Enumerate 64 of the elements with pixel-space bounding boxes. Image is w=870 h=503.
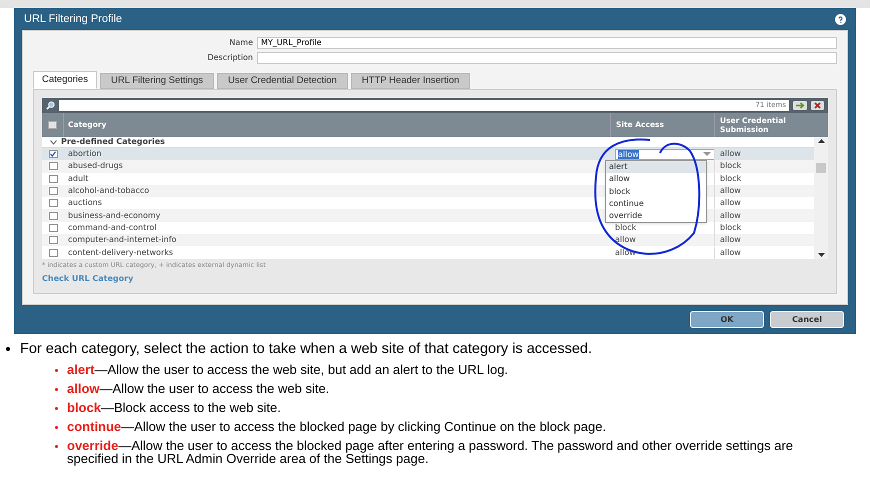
bullet-icon [55,388,58,392]
dropdown-option[interactable]: continue [606,198,706,210]
table-cell-text: adult [67,172,90,185]
bullet-icon [6,347,10,352]
checkmark-icon [50,151,56,158]
row-checkbox[interactable] [48,162,58,170]
row-checkbox[interactable] [48,248,58,257]
clear-icon[interactable] [811,101,824,110]
row-checkbox[interactable] [48,199,58,208]
table-cell-text: content-delivery-networks [67,246,174,259]
input-field[interactable]: MY_URL_Profile [257,36,837,48]
row-checkbox[interactable] [48,174,58,183]
input-field[interactable] [257,52,837,64]
table-cell-text: business-and-economy [67,210,162,222]
row-checkbox[interactable] [48,150,58,158]
table-cell: allow [615,235,636,244]
tab[interactable]: HTTP Header Insertion [350,73,470,89]
ok-button[interactable]: OK [690,311,764,328]
row-checkbox[interactable] [48,212,58,220]
select-all-checkbox[interactable] [48,121,57,129]
table-cell: block [615,222,636,232]
bullet-icon [55,407,58,410]
bullet-text: For each category, select the action to take when a web site of that category is accessed. [20,340,592,358]
table-cell-text: auctions [67,197,103,210]
dropdown-option[interactable]: allow [606,173,706,186]
bullet-icon [55,426,58,430]
scrollbar[interactable] [814,137,828,259]
scroll-down-icon[interactable] [818,252,824,257]
help-icon[interactable] [835,14,846,24]
scroll-up-icon[interactable] [818,139,824,143]
bullet-text: override—Allow the user to access the blocked page after entering a password. The password and other override settings are specified in the URL Admin Override area of the Settings page. [67,439,794,466]
row-checkbox[interactable] [48,187,58,196]
caret-icon [703,152,711,156]
row-checkbox[interactable] [48,224,58,232]
field-label: Description [206,52,253,64]
tab[interactable]: User Credential Detection [217,73,348,89]
dropdown-option[interactable]: alert [606,161,706,174]
table-cell-text: command-and-control [67,222,158,234]
bullet-icon [55,445,58,448]
bullet-text: block—Block access to the web site. [67,401,282,414]
table-cell-text: abused-drugs [67,160,124,172]
row-checkbox[interactable] [48,236,58,244]
tab[interactable]: Categories [33,71,97,89]
bullet-text: allow—Allow the user to access the web site. [67,382,330,396]
cancel-button[interactable]: Cancel [770,311,844,328]
bullet-text: alert—Allow the user to access the web site, but add an alert to the URL log. [67,363,510,376]
site-access-select[interactable]: allow [615,148,715,160]
tab[interactable]: URL Filtering Settings [100,73,214,89]
table-cell-text: abortion [67,148,102,160]
scrollbar-thumb[interactable] [816,162,826,173]
search-icon[interactable] [46,101,55,110]
table-cell-text: alcohol-and-tobacco [67,185,150,198]
chevron-down-icon[interactable] [50,140,57,144]
dialog-title: URL Filtering Profile [24,12,122,27]
table-row[interactable]: computer-and-internet-info allow allow [42,234,814,246]
bullet-icon [55,369,58,372]
table-cell-text: computer-and-internet-info [67,234,178,246]
dropdown-option[interactable]: override [606,210,706,222]
arrow-right-icon[interactable] [793,101,807,110]
group-header: Pre-defined Categories [61,137,165,147]
dropdown-option[interactable]: block [606,186,706,198]
field-label: Name [228,36,253,48]
table-row[interactable]: abortion allow allow [42,148,814,160]
bullet-text: continue—Allow the user to access the blocked page by clicking Continue on the block page. [67,420,608,434]
